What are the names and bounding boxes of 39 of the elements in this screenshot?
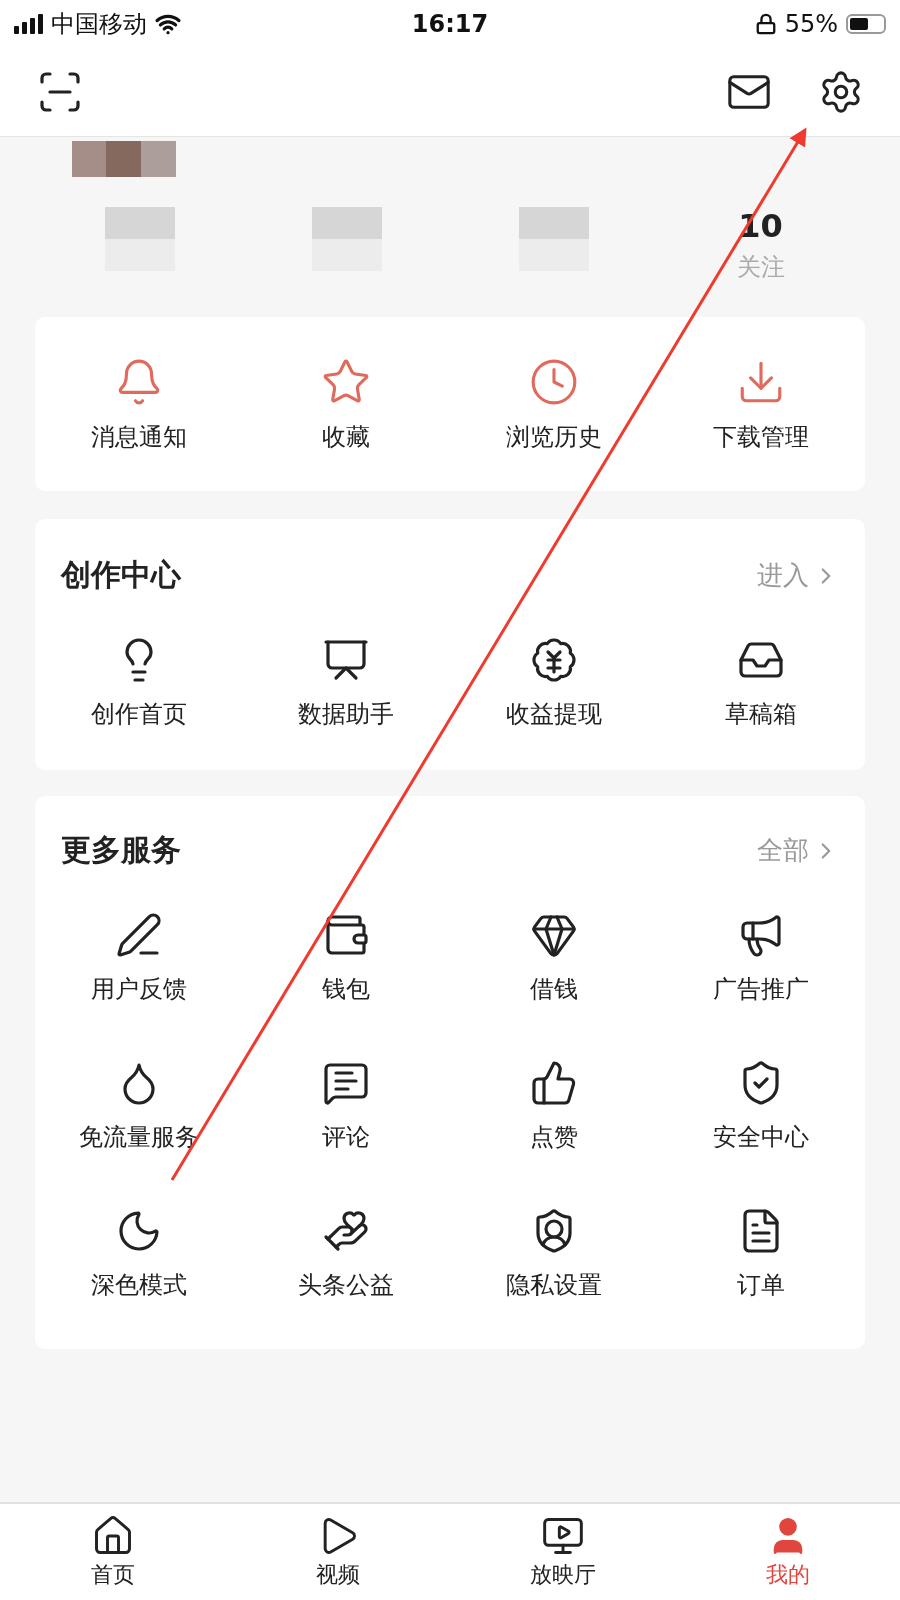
action-item[interactable]: 浏览历史 [450,357,658,453]
service-item[interactable]: 草稿箱 [657,636,865,730]
service-item[interactable]: 免流量服务 [35,1059,243,1153]
service-item[interactable]: 深色模式 [35,1207,243,1301]
service-item[interactable]: 头条公益 [242,1207,450,1301]
blurred-stat [518,207,589,271]
service-item[interactable]: 点赞 [450,1059,658,1153]
carrier-name: 中国移动 [51,9,147,40]
service-item[interactable]: 用户反馈 [35,911,243,1005]
thumbs-up-icon [529,1059,578,1107]
service-item[interactable]: 安全中心 [657,1059,865,1153]
signal-icon [14,14,43,34]
yen-icon [529,636,578,684]
service-item[interactable]: 借钱 [450,911,658,1005]
action-item[interactable]: 消息通知 [35,357,243,453]
section-title: 更多服务 [61,831,181,869]
action-item[interactable]: 收藏 [242,357,450,453]
service-item[interactable]: 隐私设置 [450,1207,658,1301]
service-item[interactable]: 创作首页 [35,636,243,730]
blurred-stat [311,207,382,271]
service-item[interactable]: 钱包 [242,911,450,1005]
clock-time: 16:17 [411,10,489,38]
battery-percent: 55% [784,10,838,38]
nav-tab[interactable]: 首页 [0,1504,225,1600]
service-item[interactable]: 订单 [657,1207,865,1301]
battery-icon [846,14,886,34]
nav-tab[interactable]: 放映厅 [450,1504,675,1600]
pen-icon [114,911,163,959]
nav-tab[interactable]: 视频 [225,1504,450,1600]
service-item[interactable]: 评论 [242,1059,450,1153]
service-item[interactable]: 数据助手 [242,636,450,730]
lock-icon [754,13,777,35]
stat-label: 关注 [736,252,785,283]
service-item[interactable]: 收益提现 [450,636,658,730]
action-item[interactable]: 下载管理 [657,357,865,453]
section-title: 创作中心 [61,556,181,594]
blurred-stat [104,207,175,271]
nav-tab[interactable]: 我的 [675,1504,900,1600]
service-item[interactable]: 广告推广 [657,911,865,1005]
